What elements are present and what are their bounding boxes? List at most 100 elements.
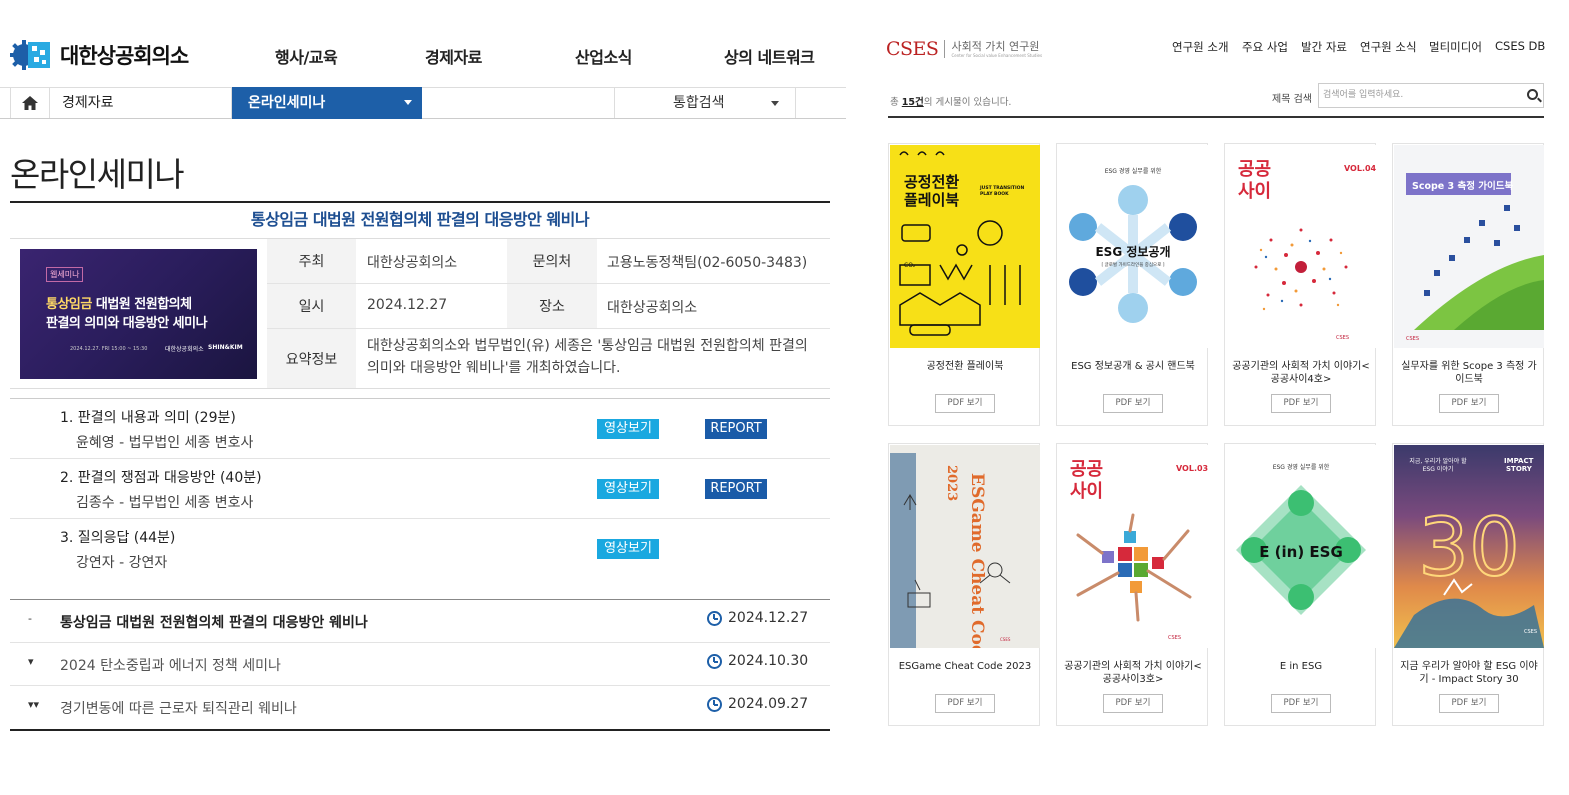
contact-value: 고용노동정책팀(02-6050-3483) [607, 255, 808, 271]
date-text: 2024.12.27 [728, 610, 809, 626]
nav-multimedia[interactable]: 멀티미디어 [1429, 39, 1482, 55]
book-caption: ESG 정보공개 & 공시 핸드북 [1071, 361, 1195, 372]
book-cover: 공공 사이 VOL.04 CSES [1226, 145, 1376, 348]
page-title: 온라인세미나 [10, 155, 185, 194]
svg-text:VOL.03: VOL.03 [1176, 464, 1208, 473]
session-item: 1. 판결의 내용과 의미 (29분) 윤혜영 - 법무법인 세종 변호사 영상… [10, 399, 830, 459]
cses-page: CSES 사회적 가치 연구원 Center for Social value … [846, 0, 1569, 795]
logo-divider [944, 40, 946, 58]
list-item[interactable]: ▾ 2024 탄소중립과 에너지 정책 세미나 2024.10.30 [10, 643, 830, 686]
list-item[interactable]: ▾▾ 경기변동에 따른 근로자 퇴직관리 웨비나 2024.09.27 [10, 686, 830, 729]
book-caption: 지금 우리가 알아야 할 ESG 이야기 - Impact Story 30 [1400, 661, 1538, 685]
svg-text:공공: 공공 [1070, 459, 1103, 480]
nav-industry[interactable]: 산업소식 [575, 44, 632, 68]
pdf-view-button[interactable]: PDF 보기 [1439, 394, 1499, 413]
integrated-search-dropdown[interactable]: 통합검색 [614, 88, 796, 118]
contact-label: 문의처 [507, 239, 597, 283]
nav-events[interactable]: 행사/교육 [275, 44, 338, 68]
pdf-view-button[interactable]: PDF 보기 [1103, 694, 1163, 713]
pdf-view-button[interactable]: PDF 보기 [935, 694, 995, 713]
thumbnail-datetime: 2024.12.27. FRI 15:00 ~ 15:30 [70, 346, 148, 352]
book-card[interactable]: 지금, 우리가 알아야 할 ESG 이야기 IMPACT STORY 30 CS… [1392, 443, 1544, 726]
nav-publications[interactable]: 발간 자료 [1301, 39, 1347, 55]
svg-text:VOL.04: VOL.04 [1344, 164, 1376, 173]
list-item-title[interactable]: 2024 탄소중립과 에너지 정책 세미나 [60, 655, 281, 675]
thumbnail-line2: 판결의 의미와 대응방안 세미나 [46, 316, 208, 331]
kcci-logo-text: 대한상공회의소 [60, 44, 189, 68]
nav-projects[interactable]: 주요 사업 [1242, 39, 1288, 55]
info-row-date: 일시 2024.12.27 장소 대한상공회의소 [267, 284, 830, 329]
svg-text:[ 글로벌 가이드라인을 중심으로 ]: [ 글로벌 가이드라인을 중심으로 ] [1101, 261, 1164, 268]
svg-text:공공: 공공 [1238, 159, 1271, 180]
date-text: 2024.09.27 [728, 696, 809, 712]
book-caption: ESGame Cheat Code 2023 [898, 661, 1032, 672]
svg-text:ESG 이야기: ESG 이야기 [1423, 465, 1454, 473]
book-card[interactable]: ESG 경영 실무를 위한 E (in) ESG E in ESG PDF 보기 [1224, 443, 1376, 726]
host-label: 주최 [267, 239, 356, 283]
cses-logo-eng: Center for Social value Enhancement Stud… [951, 52, 1043, 58]
host-value: 대한상공회의소 [367, 255, 458, 271]
svg-text:CSES: CSES [1168, 635, 1181, 641]
svg-text:CO₂: CO₂ [904, 262, 916, 269]
count-prefix: 총 [890, 97, 902, 108]
seminar-title: 통상임금 대법원 전원협의체 판결의 대응방안 웨비나 [10, 203, 830, 239]
cses-logo[interactable]: CSES 사회적 가치 연구원 Center for Social value … [886, 38, 1042, 60]
chevron-down-icon [404, 100, 412, 105]
cses-logo-word: CSES [886, 38, 939, 60]
list-item-date: 2024.10.30 [707, 653, 808, 669]
count-suffix: 의 게시물이 있습니다. [923, 97, 1012, 108]
pdf-view-button[interactable]: PDF 보기 [1271, 394, 1331, 413]
nav-network[interactable]: 상의 네트워크 [724, 44, 815, 68]
book-card[interactable]: 공정전환 플레이북 JUST TRANSITION PLAY BOOK CO₂ … [888, 143, 1040, 426]
book-card[interactable]: Scope 3 측정 가이드북 CSES 실무자를 위한 Scope 3 측정 … [1392, 143, 1544, 426]
watch-video-button[interactable]: 영상보기 [597, 419, 659, 439]
home-button[interactable] [10, 88, 50, 118]
list-marker: - [28, 612, 32, 625]
list-marker: ▾▾ [28, 698, 40, 711]
divider [888, 116, 1544, 118]
post-count: 총 15건의 게시물이 있습니다. [890, 94, 1011, 108]
svg-text:E (in) ESG: E (in) ESG [1259, 543, 1343, 561]
watch-video-button[interactable]: 영상보기 [597, 479, 659, 499]
thumbnail-line1: 통상임금 대법원 전원합의체 [46, 293, 192, 312]
thumbnail-highlight: 통상임금 [46, 297, 92, 312]
pdf-view-button[interactable]: PDF 보기 [935, 394, 995, 413]
svg-text:사이: 사이 [1238, 181, 1271, 202]
breadcrumb-online-seminar-label: 온라인세미나 [248, 95, 326, 111]
info-row-host: 주최 대한상공회의소 문의처 고용노동정책팀(02-6050-3483) [267, 239, 830, 284]
session-speaker: 강연자 - 강연자 [76, 555, 168, 571]
search-placeholder: 검색어를 입력하세요. [1323, 90, 1404, 100]
book-card[interactable]: 공공 사이 VOL.03 CSES 공공기관의 사회적 가치 이야기< 공공사이… [1056, 443, 1208, 726]
svg-text:지금, 우리가 알아야 할: 지금, 우리가 알아야 할 [1409, 457, 1467, 465]
list-item-title[interactable]: 경기변동에 따른 근로자 퇴직관리 웨비나 [60, 698, 297, 718]
list-item[interactable]: - 통상임금 대법원 전원협의체 판결의 대응방안 웨비나 2024.12.27 [10, 600, 830, 643]
pdf-view-button[interactable]: PDF 보기 [1271, 694, 1331, 713]
book-card[interactable]: ESGame Cheat Code 2023 CSES ESGame Cheat… [888, 443, 1040, 726]
book-card[interactable]: ESG 경영 실무를 위한 ESG 정보공개 [ 글로벌 가이드라인을 중심으로… [1056, 143, 1208, 426]
book-cover-art: ESG 경영 실무를 위한 ESG 정보공개 [ 글로벌 가이드라인을 중심으로… [1069, 167, 1197, 323]
svg-text:CSES: CSES [1336, 335, 1349, 341]
watch-video-button[interactable]: 영상보기 [597, 539, 659, 559]
kcci-logo[interactable]: 대한상공회의소 [10, 38, 189, 72]
nav-cses-db[interactable]: CSES DB [1495, 39, 1545, 53]
pdf-view-button[interactable]: PDF 보기 [1439, 694, 1499, 713]
nav-about[interactable]: 연구원 소개 [1172, 39, 1229, 55]
book-cover-art: 공공 사이 VOL.03 CSES [1070, 459, 1208, 641]
book-card[interactable]: 공공 사이 VOL.04 CSES 공공기관의 사회적 가치 이야기< 공공사이… [1224, 143, 1376, 426]
list-item-title[interactable]: 통상임금 대법원 전원협의체 판결의 대응방안 웨비나 [60, 612, 368, 632]
search-icon[interactable] [1527, 89, 1538, 100]
svg-text:30: 30 [1418, 501, 1520, 594]
breadcrumb-online-seminar-dropdown[interactable]: 온라인세미나 [232, 87, 422, 119]
nav-news[interactable]: 연구원 소식 [1360, 39, 1417, 55]
breadcrumb-economy[interactable]: 경제자료 [50, 88, 232, 118]
search-input[interactable]: 검색어를 입력하세요. [1318, 83, 1544, 108]
pdf-view-button[interactable]: PDF 보기 [1103, 394, 1163, 413]
svg-text:IMPACT: IMPACT [1504, 457, 1534, 465]
report-button[interactable]: REPORT [705, 479, 767, 499]
count-value: 15건 [901, 97, 924, 108]
summary-line2: 의미와 대응방안 웨비나'를 개최하였습니다. [367, 360, 621, 376]
report-button[interactable]: REPORT [705, 419, 767, 439]
kcci-gear-logo-icon [10, 38, 54, 72]
cses-logo-sub: 사회적 가치 연구원 Center for Social value Enhan… [951, 40, 1043, 58]
nav-economy[interactable]: 경제자료 [425, 44, 482, 68]
